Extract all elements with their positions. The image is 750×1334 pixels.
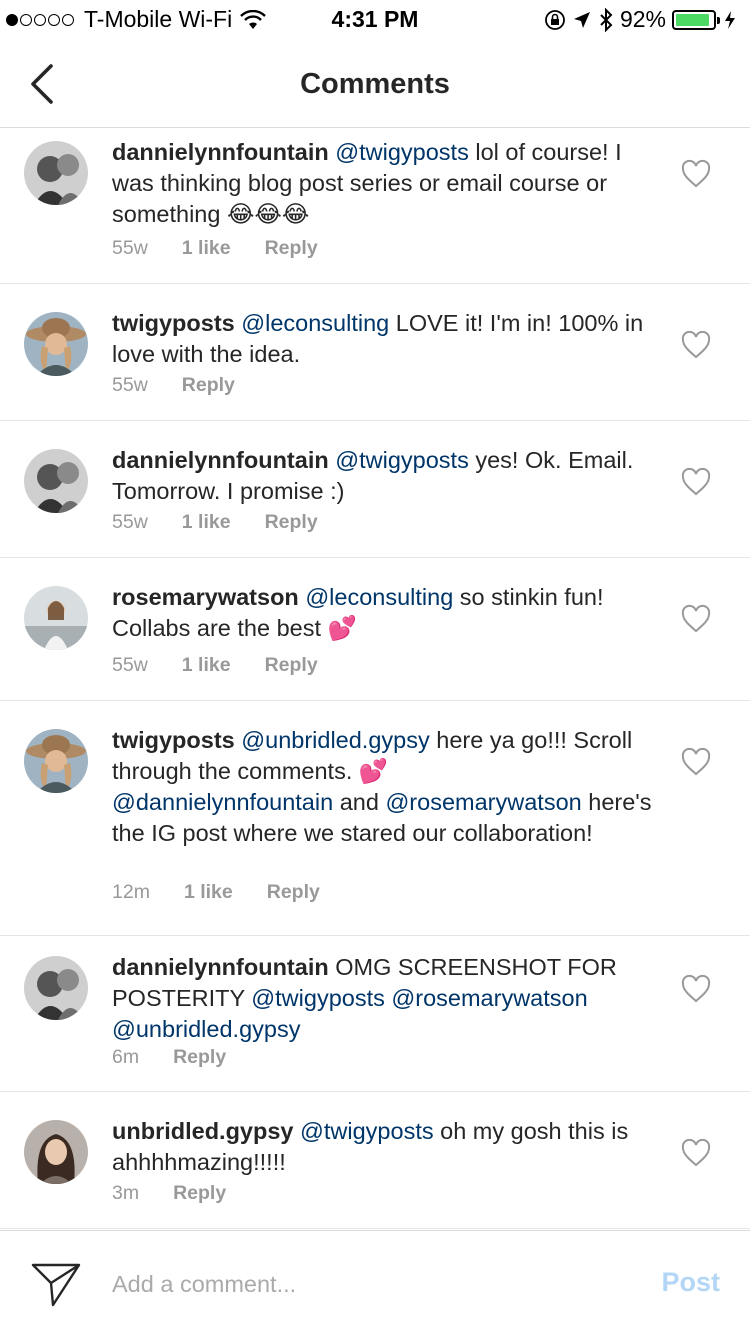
mention-link[interactable]: @unbridled.gypsy [112, 1016, 300, 1042]
comment-username[interactable]: dannielynnfountain [112, 139, 329, 165]
comment-item: dannielynnfountain @twigyposts lol of co… [0, 129, 750, 284]
charging-icon [725, 10, 735, 29]
location-icon [573, 11, 590, 28]
heart-icon[interactable] [680, 747, 712, 777]
comment-username[interactable]: twigyposts [112, 727, 235, 753]
mention-link[interactable]: @unbridled.gypsy [241, 727, 429, 753]
reply-button[interactable]: Reply [267, 881, 320, 904]
comment-username[interactable]: dannielynnfountain [112, 447, 329, 473]
comment-composer: Post [0, 1230, 750, 1334]
status-bar: T-Mobile Wi-Fi 4:31 PM 92% [0, 0, 750, 40]
comment-username[interactable]: dannielynnfountain [112, 954, 329, 980]
reply-button[interactable]: Reply [265, 237, 318, 260]
heart-icon[interactable] [680, 330, 712, 360]
comment-text: rosemarywatson @leconsulting so stinkin … [112, 582, 652, 644]
mention-link[interactable]: @leconsulting [305, 584, 453, 610]
mention-link[interactable]: @rosemarywatson [391, 985, 587, 1011]
chevron-left-icon [31, 64, 53, 104]
status-left: T-Mobile Wi-Fi [6, 6, 267, 33]
comment-text: dannielynnfountain @twigyposts yes! Ok. … [112, 445, 652, 507]
likes-count[interactable]: 1 like [182, 237, 231, 260]
emoji: 😂😂😂 [226, 200, 310, 228]
emoji: 💕 [358, 757, 389, 785]
heart-icon[interactable] [680, 974, 712, 1004]
comment-item: dannielynnfountain OMG SCREENSHOT FOR PO… [0, 936, 750, 1092]
mention-link[interactable]: @leconsulting [241, 310, 389, 336]
comment-meta: 55w Reply [112, 374, 269, 397]
mention-link[interactable]: @twigyposts [251, 985, 385, 1011]
comment-item: twigyposts @unbridled.gypsy here ya go!!… [0, 701, 750, 936]
comment-meta: 55w 1 like Reply [112, 654, 352, 677]
likes-count[interactable]: 1 like [182, 511, 231, 534]
mention-link[interactable]: @twigyposts [300, 1118, 434, 1144]
comment-age: 55w [112, 374, 148, 396]
comment-item: unbridled.gypsy @twigyposts oh my gosh t… [0, 1092, 750, 1229]
signal-strength-icon [6, 13, 76, 26]
comment-age: 55w [112, 237, 148, 259]
comment-item: rosemarywatson @leconsulting so stinkin … [0, 558, 750, 701]
mention-link[interactable]: @twigyposts [335, 139, 469, 165]
comment-meta: 6m Reply [112, 1046, 260, 1069]
comment-age: 55w [112, 654, 148, 676]
comment-content: and [333, 789, 386, 815]
comment-age: 55w [112, 511, 148, 533]
avatar[interactable] [24, 729, 88, 793]
nav-bar: Comments [0, 40, 750, 128]
mention-link[interactable]: @rosemarywatson [385, 789, 581, 815]
heart-icon[interactable] [680, 159, 712, 189]
comment-meta: 3m Reply [112, 1182, 260, 1205]
reply-button[interactable]: Reply [173, 1046, 226, 1069]
comment-meta: 12m 1 like Reply [112, 881, 354, 904]
post-button[interactable]: Post [661, 1267, 720, 1298]
mention-link[interactable]: @dannielynnfountain [112, 789, 333, 815]
battery-percent: 92% [619, 6, 666, 32]
avatar[interactable] [24, 1120, 88, 1184]
carrier-name: T-Mobile Wi-Fi [84, 6, 233, 32]
rotation-lock-icon [545, 9, 565, 30]
reply-button[interactable]: Reply [182, 374, 235, 397]
mention-link[interactable]: @twigyposts [335, 447, 469, 473]
comment-meta: 55w 1 like Reply [112, 237, 352, 260]
comment-username[interactable]: rosemarywatson [112, 584, 299, 610]
comment-text: twigyposts @leconsulting LOVE it! I'm in… [112, 308, 652, 370]
comment-text: unbridled.gypsy @twigyposts oh my gosh t… [112, 1116, 652, 1178]
comment-text: dannielynnfountain @twigyposts lol of co… [112, 137, 652, 230]
comment-age: 12m [112, 881, 150, 903]
comment-list[interactable]: dannielynnfountain @twigyposts lol of co… [0, 129, 750, 1229]
heart-icon[interactable] [680, 1138, 712, 1168]
wifi-icon [240, 9, 267, 29]
comment-item: twigyposts @leconsulting LOVE it! I'm in… [0, 284, 750, 421]
page-title: Comments [300, 68, 450, 100]
heart-icon[interactable] [680, 604, 712, 634]
battery-icon [672, 9, 720, 30]
comment-text: dannielynnfountain OMG SCREENSHOT FOR PO… [112, 952, 652, 1045]
reply-button[interactable]: Reply [173, 1182, 226, 1205]
avatar[interactable] [24, 449, 88, 513]
status-right: 92% [544, 6, 742, 33]
reply-button[interactable]: Reply [265, 511, 318, 534]
comment-age: 6m [112, 1046, 140, 1068]
comment-age: 3m [112, 1182, 140, 1204]
avatar[interactable] [24, 586, 88, 650]
likes-count[interactable]: 1 like [184, 881, 233, 904]
emoji: 💕 [327, 614, 357, 642]
comment-item: dannielynnfountain @twigyposts yes! Ok. … [0, 421, 750, 558]
likes-count[interactable]: 1 like [182, 654, 231, 677]
comment-username[interactable]: twigyposts [112, 310, 235, 336]
bluetooth-icon [600, 7, 613, 32]
heart-icon[interactable] [680, 467, 712, 497]
direct-send-icon[interactable] [30, 1261, 82, 1309]
reply-button[interactable]: Reply [265, 654, 318, 677]
avatar[interactable] [24, 141, 88, 205]
avatar[interactable] [24, 312, 88, 376]
comment-input[interactable] [112, 1267, 632, 1301]
comment-username[interactable]: unbridled.gypsy [112, 1118, 294, 1144]
comment-text: twigyposts @unbridled.gypsy here ya go!!… [112, 725, 652, 849]
back-button[interactable] [20, 58, 64, 110]
comment-meta: 55w 1 like Reply [112, 511, 352, 534]
avatar[interactable] [24, 956, 88, 1020]
